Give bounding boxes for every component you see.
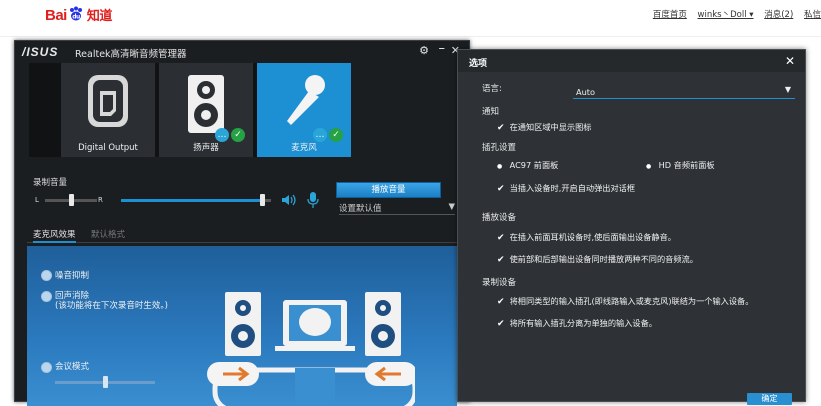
same-type-option[interactable]: ✔ 将相同类型的输入插孔(即线路输入或麦克风)联结为一个输入设备。	[497, 295, 753, 307]
device-label: 麦克风	[291, 143, 317, 153]
same-type-label: 将相同类型的输入插孔(即线路输入或麦克风)联结为一个输入设备。	[509, 296, 754, 306]
check-icon: ✔	[497, 297, 505, 307]
link-messages[interactable]: 消息(2)	[764, 10, 793, 20]
check-icon: ✔	[497, 255, 505, 265]
playback-header: 播放设备	[482, 213, 517, 223]
check-icon: ✔	[497, 123, 505, 133]
notify-option[interactable]: ✔ 在通知区域中显示图标	[497, 121, 592, 133]
check-badge-icon: ✓	[231, 128, 245, 142]
chevron-down-icon: ▼	[784, 85, 791, 94]
echo-radio[interactable]	[41, 291, 52, 302]
baidu-logo-text: Bai	[45, 7, 67, 24]
default-dropdown[interactable]: 设置默认值 ▼	[339, 202, 455, 215]
language-value: Auto	[576, 87, 596, 97]
conference-radio[interactable]	[41, 362, 52, 373]
check-badge-icon: ✓	[329, 128, 343, 142]
record-volume-label: 录制音量	[33, 178, 68, 188]
device-label: Digital Output	[78, 143, 138, 153]
diff-stream-option[interactable]: ✔ 使前部和后部输出设备同时播放两种不同的音频流。	[497, 253, 698, 265]
language-label: 语言:	[482, 84, 502, 94]
echo-note-text: (该功能将在下次录音时生效。)	[55, 301, 168, 311]
chat-badge-icon: …	[215, 128, 229, 142]
top-links: 百度首页 winks丶Doll ▾ 消息(2) 私信	[645, 8, 821, 20]
mic-mute-icon[interactable]	[307, 191, 319, 209]
check-icon: ✔	[497, 233, 505, 243]
device-microphone[interactable]: … ✓ 麦克风	[257, 63, 351, 157]
tab-mic-effects[interactable]: 麦克风效果	[33, 228, 76, 243]
gear-icon[interactable]: ⚙	[419, 44, 429, 57]
minimize-icon[interactable]: –	[439, 41, 446, 56]
device-strip: Digital Output … ✓ 扬声器 … ✓ 麦克风	[29, 63, 351, 157]
default-dropdown-label: 设置默认值	[339, 204, 382, 214]
separate-label: 将所有输入插孔分离为单独的输入设备。	[509, 318, 657, 328]
paw-icon: du	[69, 6, 82, 21]
ok-label: 确定	[761, 394, 778, 403]
noise-suppression-label: 噪音抑制	[55, 271, 90, 281]
notify-option-label: 在通知区域中显示图标	[509, 122, 592, 132]
playback-volume-button[interactable]: 播放音量	[336, 182, 441, 198]
baidu-logo[interactable]: Bai du 知道	[45, 5, 112, 24]
digital-output-icon	[88, 75, 128, 127]
volume-slider-fill	[121, 199, 262, 202]
options-title: 选项	[469, 59, 488, 69]
balance-right-label: R	[98, 196, 103, 204]
separate-option[interactable]: ✔ 将所有输入插孔分离为单独的输入设备。	[497, 317, 657, 329]
asus-logo: /ISUS	[22, 45, 59, 59]
ac97-option[interactable]: ● AC97 前面板	[497, 159, 558, 171]
record-header: 录制设备	[482, 278, 517, 288]
link-baidu-home[interactable]: 百度首页	[653, 10, 687, 20]
effect-tabs: 麦克风效果 默认格式	[27, 226, 457, 243]
link-private-msg[interactable]: 私信	[804, 10, 821, 20]
balance-slider-knob[interactable]	[69, 194, 74, 206]
jack-header: 插孔设置	[482, 143, 517, 153]
mic-effects-panel: 噪音抑制 回声消除 (该功能将在下次录音时生效。) 会议模式	[27, 246, 457, 406]
radio-dot-icon: ●	[497, 163, 503, 170]
noise-radio[interactable]	[41, 270, 52, 281]
mute-rear-option[interactable]: ✔ 在插入前面耳机设备时,使后面输出设备静音。	[497, 231, 676, 243]
svg-text:du: du	[72, 14, 80, 21]
realtek-title: Realtek高清晰音频管理器	[75, 49, 187, 60]
volume-slider-knob[interactable]	[260, 194, 265, 206]
auto-popup-option[interactable]: ✔ 当插入设备时,开启自动弹出对话框	[497, 182, 635, 194]
microphone-icon	[287, 75, 325, 125]
options-dialog: 选项 ✕ 语言: Auto ▼ 通知 ✔ 在通知区域中显示图标 插孔设置 ● A…	[457, 49, 806, 405]
baidu-zhidao-text: 知道	[86, 8, 113, 23]
hd-label: HD 音频前面板	[658, 160, 715, 170]
conference-slider-knob[interactable]	[103, 376, 108, 388]
balance-left-label: L	[35, 196, 39, 204]
language-select[interactable]: Auto ▼	[573, 84, 795, 99]
realtek-window: /ISUS Realtek高清晰音频管理器 ⚙ – ✕ Digital Outp…	[14, 40, 470, 406]
realtek-titlebar: /ISUS Realtek高清晰音频管理器 ⚙ – ✕	[15, 41, 469, 63]
radio-dot-icon: ●	[646, 163, 652, 170]
diff-stream-label: 使前部和后部输出设备同时播放两种不同的音频流。	[509, 254, 698, 264]
device-label: 扬声器	[193, 143, 219, 153]
check-icon: ✔	[497, 319, 505, 329]
speaker-volume-icon[interactable]	[281, 193, 297, 207]
conference-illustration	[207, 292, 415, 406]
check-icon: ✔	[497, 184, 505, 194]
link-user[interactable]: winks丶Doll ▾	[698, 10, 754, 20]
speaker-icon	[188, 75, 224, 133]
notify-header: 通知	[482, 107, 500, 117]
tab-default-format[interactable]: 默认格式	[91, 228, 125, 240]
mute-rear-label: 在插入前面耳机设备时,使后面输出设备静音。	[509, 232, 676, 242]
chevron-down-icon: ▼	[448, 202, 455, 212]
ac97-label: AC97 前面板	[509, 160, 559, 170]
device-digital-output[interactable]: Digital Output	[61, 63, 155, 157]
chat-badge-icon: …	[313, 128, 327, 142]
conference-mode-label: 会议模式	[55, 362, 90, 372]
options-titlebar: 选项 ✕	[458, 50, 805, 72]
hd-option[interactable]: ● HD 音频前面板	[646, 159, 715, 171]
browser-topbar: Bai du 知道 百度首页 winks丶Doll ▾ 消息(2) 私信	[0, 0, 821, 37]
auto-popup-label: 当插入设备时,开启自动弹出对话框	[509, 183, 636, 193]
close-icon[interactable]: ✕	[785, 54, 795, 68]
ok-button[interactable]: 确定	[747, 393, 792, 405]
device-speaker[interactable]: … ✓ 扬声器	[159, 63, 253, 157]
